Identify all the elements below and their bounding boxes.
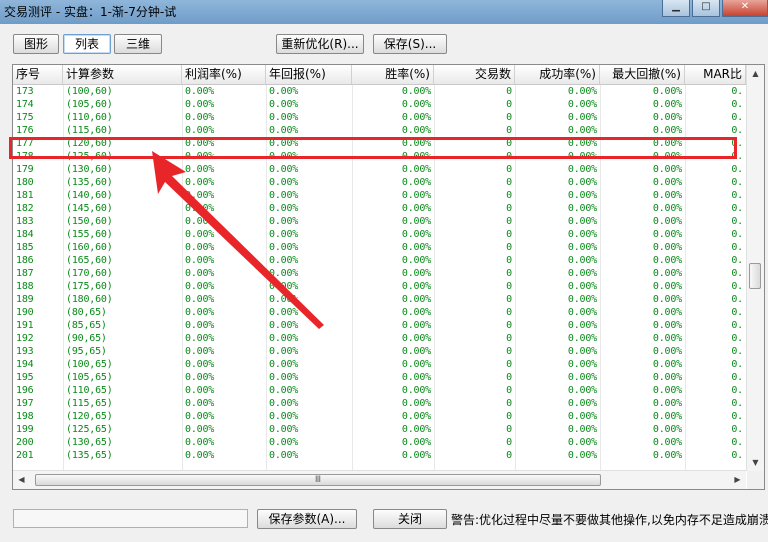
arrow-shape xyxy=(152,151,324,329)
annotation-arrow xyxy=(152,151,324,329)
